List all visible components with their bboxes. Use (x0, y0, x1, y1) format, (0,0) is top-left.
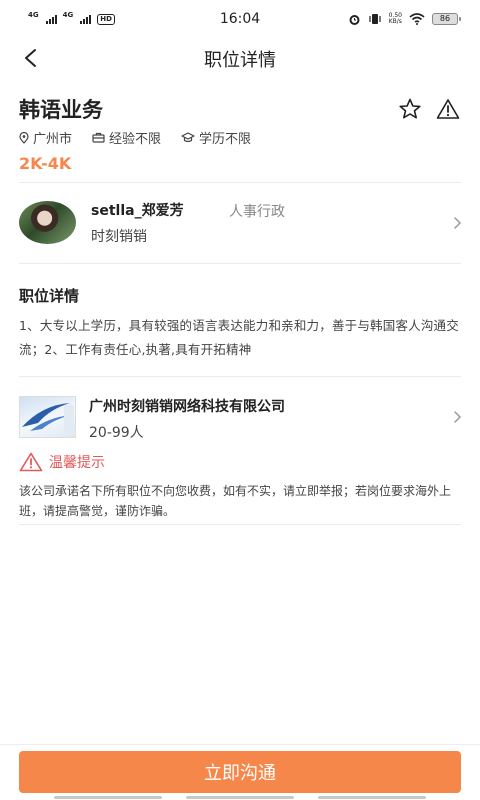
details-section-title: 职位详情 (19, 287, 80, 305)
briefcase-icon (92, 132, 105, 143)
status-right: 0.50 KB/s 86 (348, 12, 461, 26)
divider (19, 263, 461, 264)
company-size: 20-99人 (89, 425, 144, 441)
signal-icon (45, 14, 57, 24)
alarm-icon (349, 14, 360, 25)
warning-icon (436, 99, 460, 119)
safety-tip-title: 温馨提示 (49, 455, 105, 471)
page-title: 职位详情 (204, 50, 276, 71)
company-logo-graphic (22, 403, 74, 433)
salary: 2K-4K (19, 154, 72, 173)
vibrate-icon (369, 14, 381, 24)
hd-icon: HD (97, 13, 115, 25)
job-header: 韩语业务 (19, 94, 464, 124)
job-meta: 广州市 经验不限 学历不限 (19, 128, 251, 147)
nav-gesture-bar (318, 796, 426, 799)
education-label: 学历不限 (199, 132, 252, 147)
graduation-cap-icon (181, 132, 195, 143)
status-bar: 4G 4G HD 16:04 0.50 KB/s 86 (0, 0, 480, 38)
warning-icon (19, 452, 43, 472)
experience-label: 经验不限 (109, 132, 162, 147)
wifi-icon (409, 13, 425, 25)
safety-tip-text: 该公司承诺名下所有职位不向您收费，如有不实，请立即举报；若岗位要求海外上班，请提… (19, 484, 452, 518)
favorite-button[interactable] (398, 98, 424, 122)
company-name: 广州时刻销销网络科技有限公司 (89, 399, 285, 415)
battery-icon: 86 (432, 13, 461, 25)
job-education: 学历不限 (181, 128, 251, 147)
chat-now-button[interactable]: 立即沟通 (19, 751, 461, 793)
bottom-divider (0, 744, 480, 745)
chevron-right-icon (454, 217, 462, 229)
network-type-2: 4G (62, 11, 74, 19)
location-label: 广州市 (33, 132, 73, 147)
nav-gesture-bar (186, 796, 294, 799)
nav-gesture-bar (54, 796, 162, 799)
network-speed: 0.50 KB/s (388, 12, 402, 25)
divider (19, 524, 461, 525)
status-left: 4G 4G HD (28, 11, 115, 25)
job-experience: 经验不限 (92, 128, 161, 147)
safety-tip-header: 温馨提示 (19, 452, 105, 472)
job-description: 1、大专以上学历，具有较强的语言表达能力和亲和力，善于与韩国客人沟通交流；2、工… (19, 318, 459, 357)
nav-bar: 职位详情 (0, 38, 480, 78)
location-pin-icon (19, 131, 29, 144)
star-icon (399, 98, 421, 119)
chevron-right-icon (454, 411, 462, 423)
divider (19, 182, 461, 183)
company-logo (19, 396, 76, 438)
recruiter-role: 人事行政 (229, 204, 285, 220)
recruiter-company: 时刻销销 (91, 229, 147, 245)
recruiter-card[interactable]: setlla_郑爱芳 人事行政 时刻销销 (0, 184, 480, 262)
company-card[interactable]: 广州时刻销销网络科技有限公司 20-99人 (0, 377, 480, 449)
job-location: 广州市 (19, 128, 72, 147)
report-button[interactable] (436, 98, 462, 122)
signal-icon-2 (80, 14, 92, 24)
recruiter-name: setlla_郑爱芳 (91, 203, 184, 219)
network-type-1: 4G (28, 11, 39, 19)
avatar (19, 201, 76, 244)
